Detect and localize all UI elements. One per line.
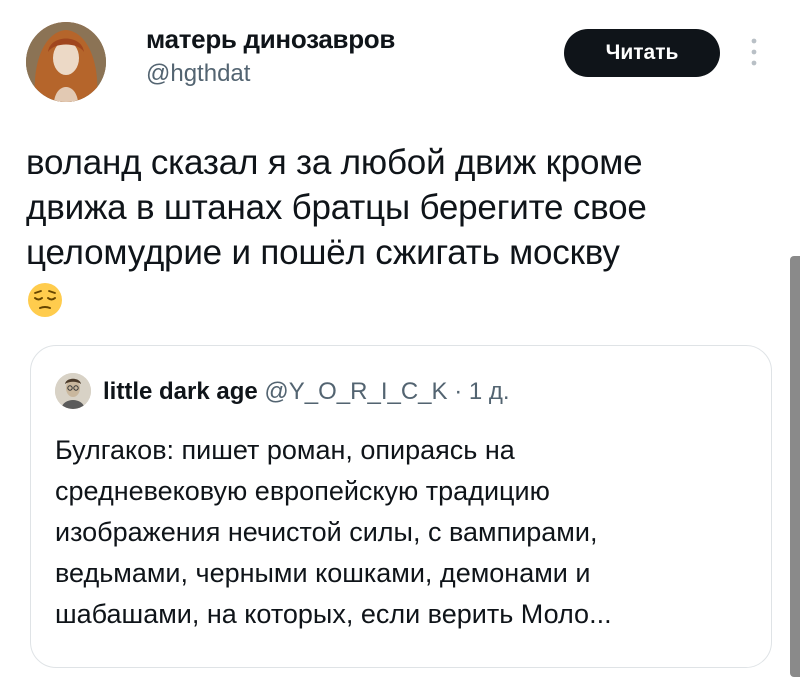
quoted-text-line: изображения нечистой силы, с вампирами, (55, 517, 598, 547)
quoted-text-line: средневековую европейскую традицию (55, 476, 550, 506)
quoted-author-avatar[interactable] (55, 373, 91, 409)
quoted-author-name[interactable]: little dark age (103, 378, 258, 405)
pensive-face-icon (26, 275, 766, 320)
scrollbar[interactable] (790, 256, 800, 677)
quoted-text-line: шабашами, на которых, если верить Моло..… (55, 599, 612, 629)
quoted-tweet-card[interactable]: little dark age @Y_O_R_I_C_K · 1 д. Булг… (30, 345, 772, 668)
quoted-author-handle[interactable]: @Y_O_R_I_C_K (264, 378, 447, 405)
tweet: матерь динозавров @hgthdat Читать воланд… (0, 0, 800, 677)
quoted-text-line: ведьмами, черными кошками, демонами и (55, 558, 591, 588)
quoted-tweet-header: little dark age @Y_O_R_I_C_K · 1 д. (103, 378, 510, 406)
tweet-text: воланд сказал я за любой движ кроме движ… (26, 140, 766, 320)
quoted-text-line: Булгаков: пишет роман, опираясь на (55, 435, 515, 465)
quoted-tweet-time[interactable]: 1 д. (469, 378, 510, 405)
tweet-text-line: целомудрие и пошёл сжигать москву (26, 233, 620, 272)
separator-dot: · (454, 378, 463, 405)
tweet-text-line: движа в штанах братцы берегите свое (26, 188, 647, 227)
tweet-text-line: воланд сказал я за любой движ кроме (26, 143, 643, 182)
quoted-tweet-text: Булгаков: пишет роман, опираясь на средн… (55, 430, 755, 635)
more-options-icon[interactable] (744, 36, 764, 68)
author-handle[interactable]: @hgthdat (146, 60, 250, 88)
author-name[interactable]: матерь динозавров (146, 24, 395, 55)
author-avatar[interactable] (26, 22, 106, 102)
follow-button[interactable]: Читать (564, 29, 720, 77)
